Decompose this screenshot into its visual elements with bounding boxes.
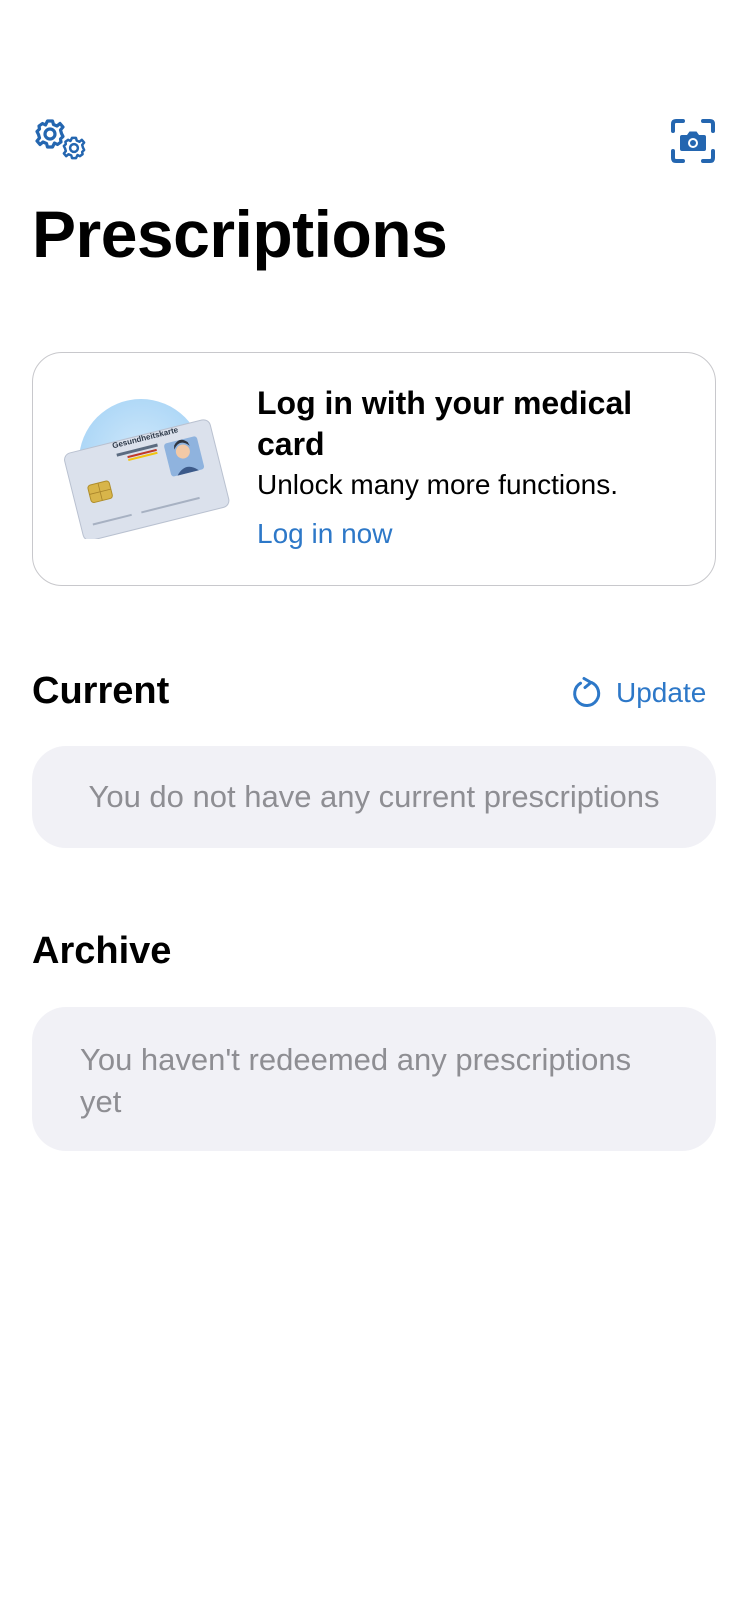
login-now-link[interactable]: Log in now <box>257 515 392 553</box>
current-empty-state: You do not have any current prescription… <box>32 746 716 848</box>
current-section-title: Current <box>32 670 170 712</box>
archive-empty-state: You haven't redeemed any prescriptions y… <box>32 1007 716 1151</box>
page-title: Prescriptions <box>32 197 448 271</box>
archive-empty-text: You haven't redeemed any prescriptions y… <box>80 1042 632 1119</box>
health-card-illustration: Gesundheitskarte <box>64 399 230 539</box>
update-button[interactable]: Update <box>572 672 706 714</box>
login-card-title: Log in with your medical card <box>257 385 633 462</box>
camera-scan-icon[interactable] <box>670 118 716 164</box>
refresh-icon <box>573 677 601 707</box>
settings-gears-icon[interactable] <box>32 116 92 166</box>
login-card[interactable]: Gesundheitskarte Log in with your medica… <box>32 352 716 586</box>
update-label: Update <box>616 677 707 708</box>
login-card-subtitle: Unlock many more functions. <box>257 469 619 500</box>
current-empty-text: You do not have any current prescription… <box>88 779 660 814</box>
archive-section-title: Archive <box>32 930 172 972</box>
